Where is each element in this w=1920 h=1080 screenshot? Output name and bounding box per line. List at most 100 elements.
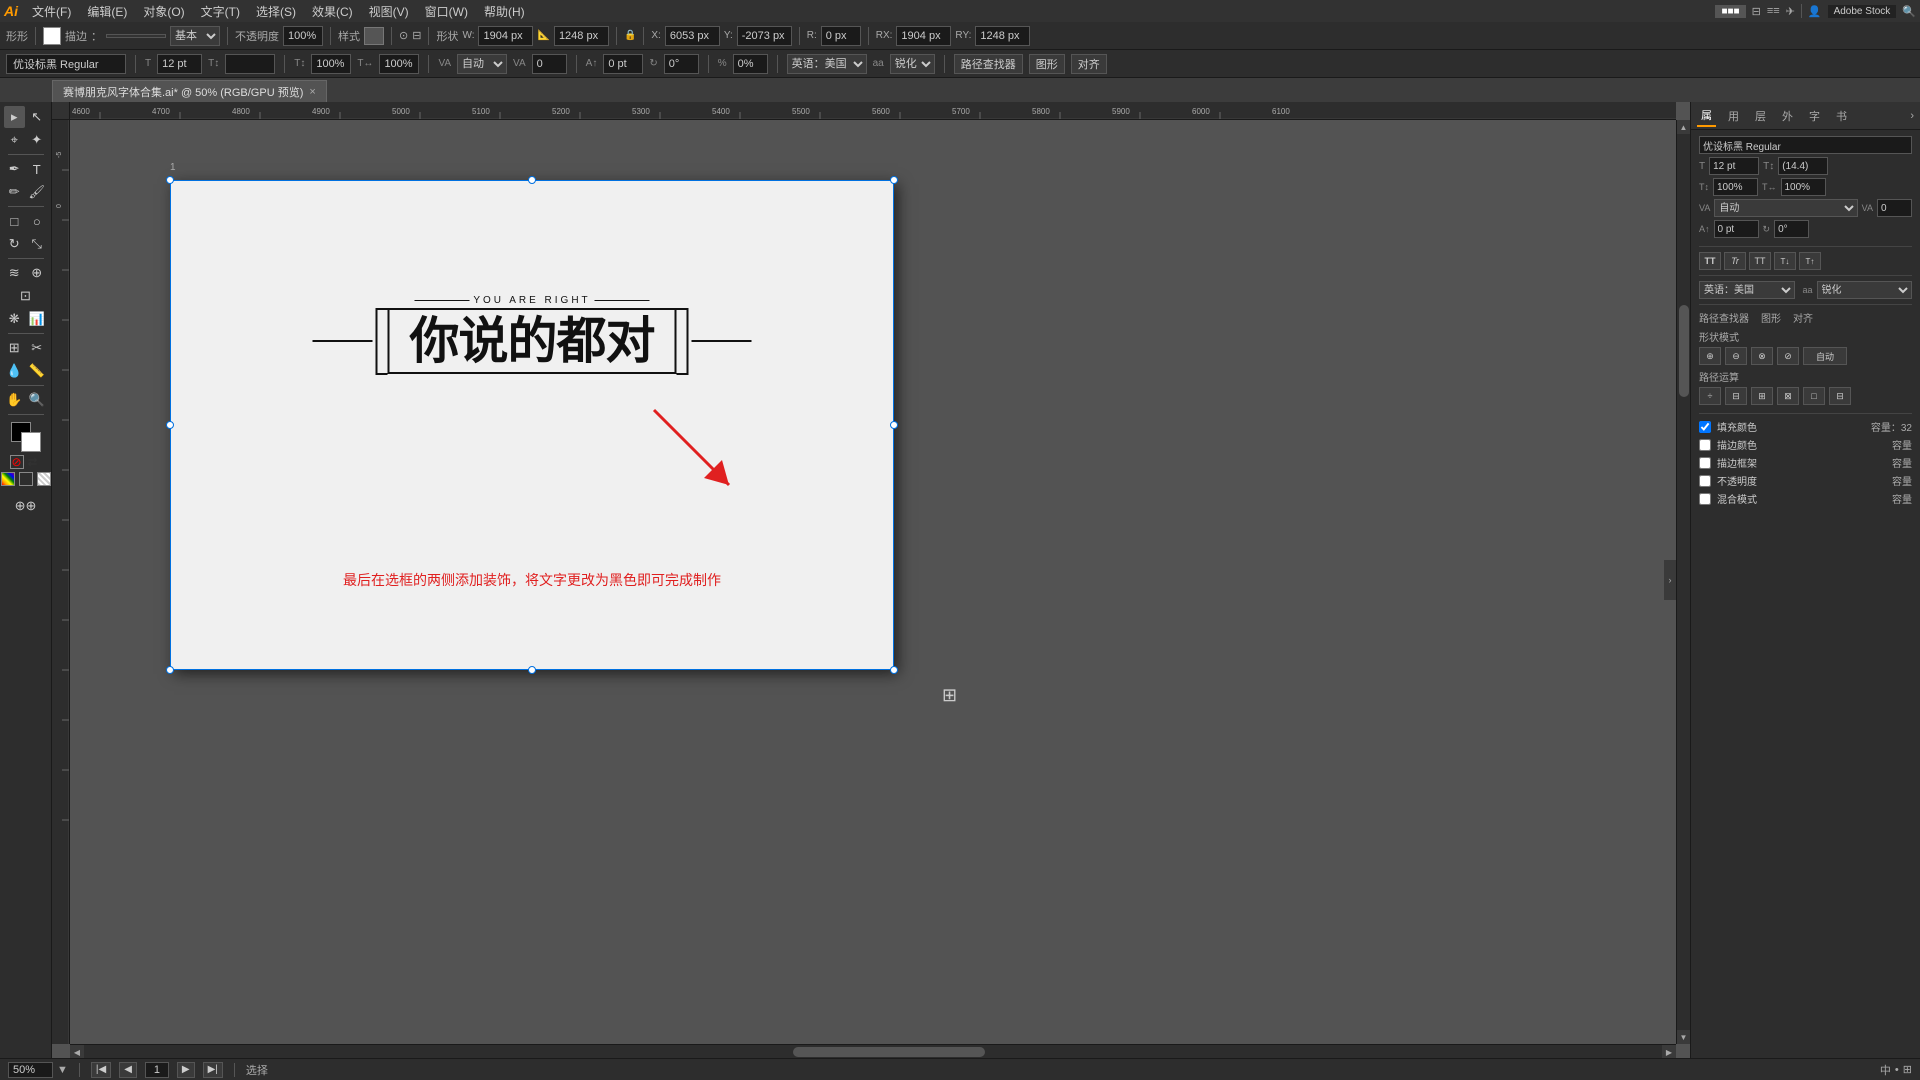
symbol-tool[interactable]: ❋: [4, 308, 26, 330]
opacity-input[interactable]: [283, 26, 323, 46]
panel-collapse-btn[interactable]: ›: [1664, 560, 1676, 600]
exclude-btn[interactable]: ⊘: [1777, 347, 1799, 365]
panel-kerning-val[interactable]: [1877, 199, 1912, 217]
ellipse-tool[interactable]: ○: [26, 210, 48, 232]
menu-select[interactable]: 选择(S): [248, 1, 304, 22]
unite-btn[interactable]: ⊕: [1699, 347, 1721, 365]
rotate-tool[interactable]: ↻: [4, 233, 26, 255]
tracking-select[interactable]: 自动: [457, 54, 507, 74]
shape-btn[interactable]: 图形: [1029, 54, 1065, 74]
menu-window[interactable]: 窗口(W): [417, 1, 476, 22]
content-aware-btn[interactable]: ⊕⊕: [4, 495, 48, 517]
zoom-input[interactable]: [8, 1062, 53, 1078]
panel-tab-character[interactable]: 字: [1805, 106, 1824, 126]
breadcrumb-btn[interactable]: ≡≡: [1767, 5, 1780, 17]
expand-btn[interactable]: 自动: [1803, 347, 1847, 365]
panel-baseline-input[interactable]: [1714, 220, 1759, 238]
menu-effects[interactable]: 效果(C): [304, 1, 361, 22]
nav-next-btn[interactable]: ▶: [177, 1062, 195, 1078]
paintbrush-tool[interactable]: 🖌: [26, 181, 48, 203]
crop-btn[interactable]: ⊠: [1777, 387, 1799, 405]
constrain-icon[interactable]: 🔒: [624, 30, 636, 41]
menu-help[interactable]: 帮助(H): [476, 1, 533, 22]
none-swatch[interactable]: ⊘: [10, 455, 24, 469]
language-select[interactable]: 英语：美国: [787, 54, 867, 74]
rotation-input[interactable]: [821, 26, 861, 46]
panel-size-input[interactable]: [1709, 157, 1759, 175]
tsuper-btn[interactable]: T↑: [1799, 252, 1821, 270]
lasso-tool[interactable]: ⌖: [4, 129, 26, 151]
recolor-icon[interactable]: ⊙: [399, 29, 408, 42]
align-icon[interactable]: ⊞: [1903, 1063, 1912, 1076]
vscale-input[interactable]: [379, 54, 419, 74]
menu-edit[interactable]: 编辑(E): [79, 1, 135, 22]
trim-btn[interactable]: ⊟: [1725, 387, 1747, 405]
zoom-dropdown-arrow[interactable]: ▼: [57, 1064, 68, 1076]
share-btn[interactable]: ✈: [1786, 5, 1795, 18]
ry-input[interactable]: [975, 26, 1030, 46]
tr-italic-btn[interactable]: Tr: [1724, 252, 1746, 270]
graph-tool[interactable]: 📊: [26, 308, 48, 330]
pencil-tool[interactable]: ✏: [4, 181, 26, 203]
hand-tool[interactable]: ✋: [4, 389, 26, 411]
panel-rotation-input[interactable]: [1774, 220, 1809, 238]
divide-btn[interactable]: ÷: [1699, 387, 1721, 405]
panel-tab-outer[interactable]: 外: [1778, 106, 1797, 126]
scroll-right-btn[interactable]: ▶: [1662, 1045, 1676, 1058]
color-mode-btn[interactable]: [1, 472, 15, 486]
tsub-btn[interactable]: T↓: [1774, 252, 1796, 270]
font-family-input[interactable]: 优设标黑 Regular: [6, 54, 126, 74]
outline-btn[interactable]: □: [1803, 387, 1825, 405]
stroke-color-checkbox[interactable]: [1699, 439, 1711, 451]
scroll-up-btn[interactable]: ▲: [1677, 120, 1690, 134]
panel-kerning-select[interactable]: 自动: [1714, 199, 1857, 217]
panel-hscale[interactable]: [1713, 178, 1758, 196]
swap-colors-btn[interactable]: ⇄: [28, 455, 42, 469]
free-transform-tool[interactable]: ⊡: [4, 285, 48, 307]
menu-view[interactable]: 视图(V): [361, 1, 417, 22]
select-tool[interactable]: ▸: [4, 106, 26, 128]
scale-tool[interactable]: ⤡: [26, 233, 48, 255]
workspace-selector[interactable]: ■■■: [1715, 5, 1745, 18]
pathfinder-btn[interactable]: 路径查找器: [954, 54, 1023, 74]
panel-vscale[interactable]: [1781, 178, 1826, 196]
y-input[interactable]: [737, 26, 792, 46]
artboard-tool[interactable]: ⊞: [4, 337, 26, 359]
magic-wand-tool[interactable]: ✦: [26, 129, 48, 151]
align-btn[interactable]: 对齐: [1071, 54, 1107, 74]
background-color[interactable]: [21, 432, 41, 452]
kerning-input[interactable]: [532, 54, 567, 74]
pattern-btn[interactable]: [37, 472, 51, 486]
percent-input[interactable]: [733, 54, 768, 74]
opacity-checkbox[interactable]: [1699, 475, 1711, 487]
leading-input[interactable]: [225, 54, 275, 74]
merge-btn[interactable]: ⊞: [1751, 387, 1773, 405]
intersect-btn[interactable]: ⊗: [1751, 347, 1773, 365]
tt-bold-btn[interactable]: TT: [1699, 252, 1721, 270]
panel-tab-swatches[interactable]: 书: [1832, 106, 1851, 126]
pen-tool[interactable]: ✒: [4, 158, 26, 180]
width-input[interactable]: [478, 26, 533, 46]
slice-tool[interactable]: ✂: [26, 337, 48, 359]
document-tab[interactable]: 赛博朋克风字体合集.ai* @ 50% (RGB/GPU 预览) ×: [52, 80, 327, 102]
minus-front-btn[interactable]: ⊖: [1725, 347, 1747, 365]
panel-tab-appearance[interactable]: 层: [1751, 106, 1770, 126]
gradient-btn[interactable]: [19, 472, 33, 486]
aa-select[interactable]: 锐化: [890, 54, 935, 74]
stroke-color-swatch[interactable]: [43, 27, 61, 45]
envelope-icon[interactable]: ⊟: [412, 29, 421, 42]
right-panel-collapse[interactable]: ›: [1910, 110, 1914, 122]
color-swatches-pair[interactable]: [11, 422, 41, 452]
menu-file[interactable]: 文件(F): [24, 1, 79, 22]
nav-first-btn[interactable]: |◀: [91, 1062, 111, 1078]
char-rotation-input[interactable]: [664, 54, 699, 74]
panel-leading-input[interactable]: [1778, 157, 1828, 175]
nav-prev-btn[interactable]: ◀: [119, 1062, 137, 1078]
rectangle-tool[interactable]: □: [4, 210, 26, 232]
menu-object[interactable]: 对象(O): [135, 1, 192, 22]
width-tool[interactable]: ⊕: [26, 262, 48, 284]
v-scroll-thumb[interactable]: [1679, 305, 1689, 397]
stroke-style-select[interactable]: 基本: [170, 26, 220, 46]
h-scrollbar[interactable]: ◀ ▶: [70, 1044, 1676, 1058]
v-scrollbar[interactable]: ▲ ▼: [1676, 120, 1690, 1044]
